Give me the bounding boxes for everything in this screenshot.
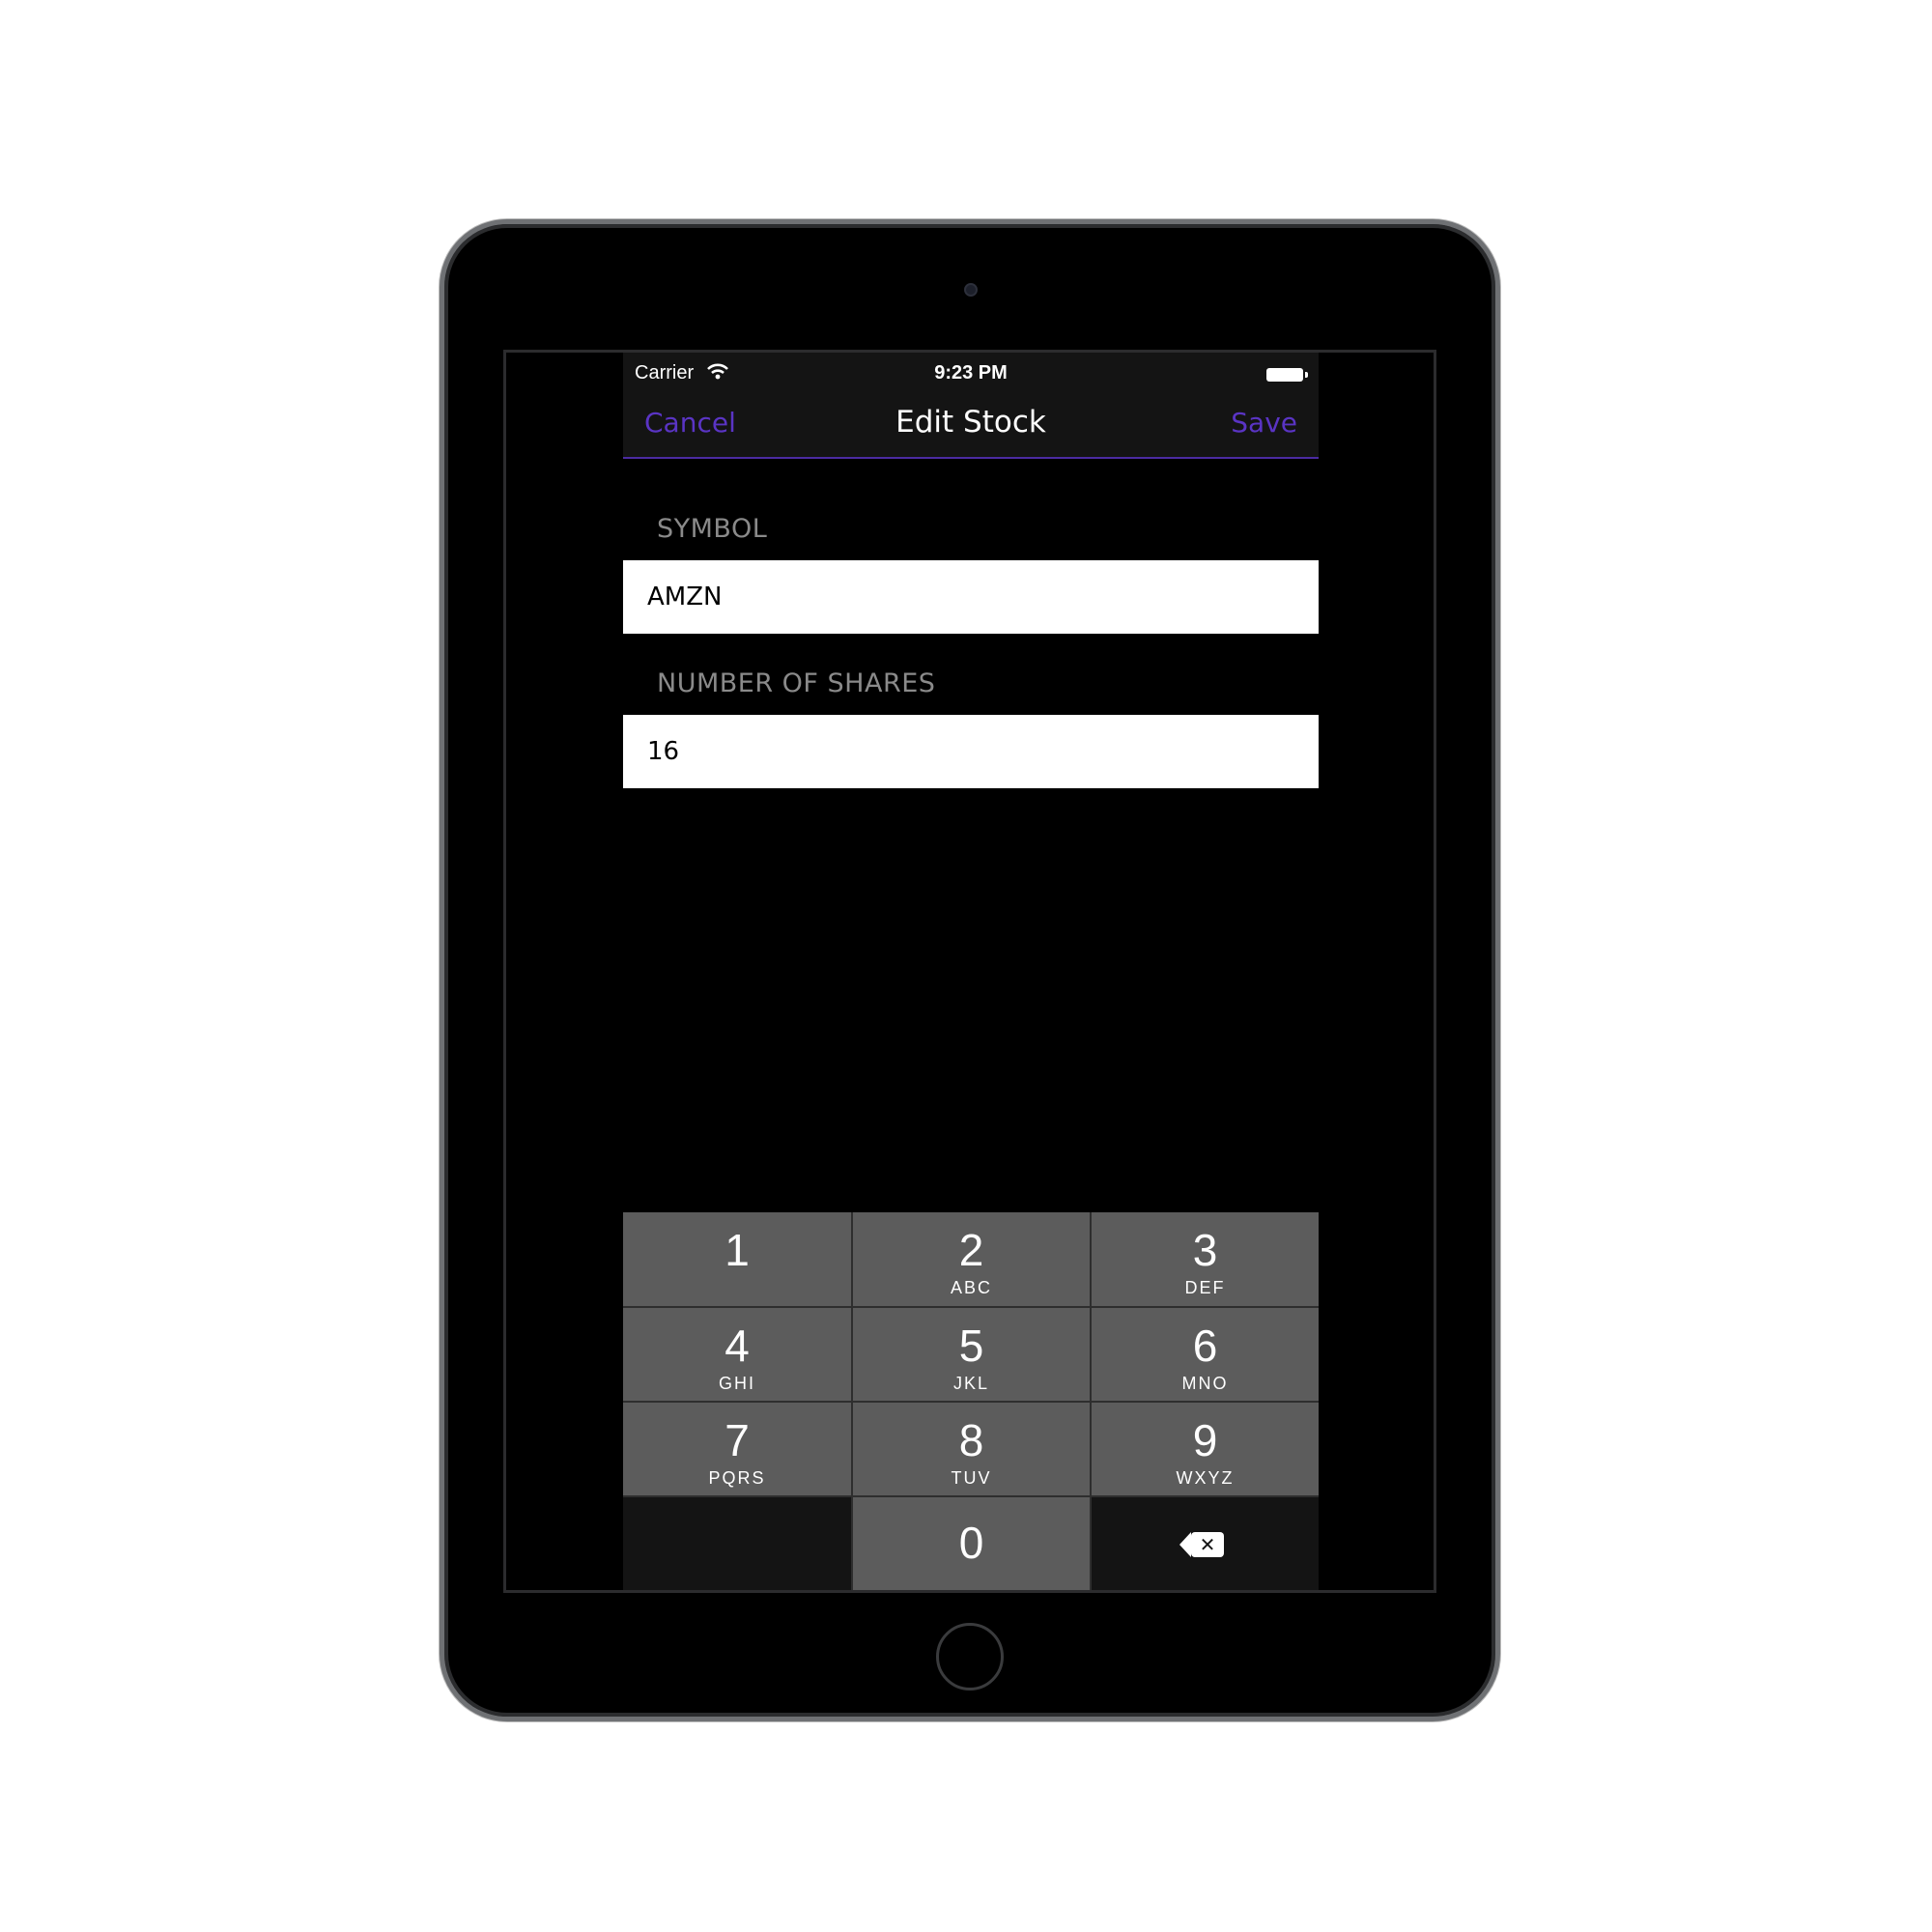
key-letters: WXYZ: [1176, 1468, 1235, 1488]
battery-icon: [1266, 368, 1308, 382]
key-letters: MNO: [1181, 1374, 1229, 1393]
key-digit: 6: [1192, 1321, 1218, 1371]
clock: 9:23 PM: [934, 362, 1008, 384]
key-6[interactable]: 6 MNO: [1092, 1308, 1319, 1401]
key-letters: DEF: [1184, 1278, 1226, 1297]
key-4[interactable]: 4 GHI: [623, 1308, 851, 1401]
key-letters: PQRS: [708, 1468, 766, 1488]
key-letters: ABC: [950, 1278, 992, 1297]
key-letters: GHI: [718, 1374, 755, 1393]
key-digit: 7: [724, 1415, 750, 1465]
key-digit: 2: [958, 1225, 984, 1275]
key-digit: 8: [958, 1415, 984, 1465]
symbol-label: SYMBOL: [657, 514, 768, 544]
navigation-bar: Cancel Edit Stock Save: [623, 391, 1319, 459]
key-1[interactable]: 1: [623, 1212, 851, 1306]
key-2[interactable]: 2 ABC: [853, 1212, 1090, 1306]
save-button[interactable]: Save: [1231, 407, 1297, 439]
key-3[interactable]: 3 DEF: [1092, 1212, 1319, 1306]
symbol-input[interactable]: [623, 560, 1319, 634]
status-bar: Carrier 9:23 PM: [623, 353, 1319, 391]
key-digit: 3: [1192, 1225, 1218, 1275]
shares-input[interactable]: [623, 715, 1319, 788]
key-digit: 4: [724, 1321, 750, 1371]
key-digit: 0: [958, 1518, 984, 1568]
key-digit: 5: [958, 1321, 984, 1371]
key-7[interactable]: 7 PQRS: [623, 1403, 851, 1495]
front-camera: [964, 283, 978, 297]
key-8[interactable]: 8 TUV: [853, 1403, 1090, 1495]
home-button[interactable]: [936, 1623, 1004, 1690]
page-title: Edit Stock: [895, 405, 1046, 440]
numeric-keypad: 1 2 ABC 3 DEF 4 GHI 5 JKL 6 MNO 7 PQRS 8…: [623, 1212, 1319, 1590]
key-letters: TUV: [951, 1468, 992, 1488]
key-digit: 9: [1192, 1415, 1218, 1465]
key-blank: [623, 1497, 851, 1590]
app-screen: Carrier 9:23 PM Cancel Edit Stock Save S…: [623, 353, 1319, 1590]
key-9[interactable]: 9 WXYZ: [1092, 1403, 1319, 1495]
delete-key[interactable]: ✕: [1092, 1497, 1319, 1590]
key-5[interactable]: 5 JKL: [853, 1308, 1090, 1401]
backspace-icon: ✕: [1179, 1532, 1224, 1557]
key-0[interactable]: 0: [853, 1497, 1090, 1590]
key-letters: JKL: [952, 1374, 990, 1393]
shares-label: NUMBER OF SHARES: [657, 668, 936, 698]
key-digit: 1: [724, 1225, 750, 1275]
